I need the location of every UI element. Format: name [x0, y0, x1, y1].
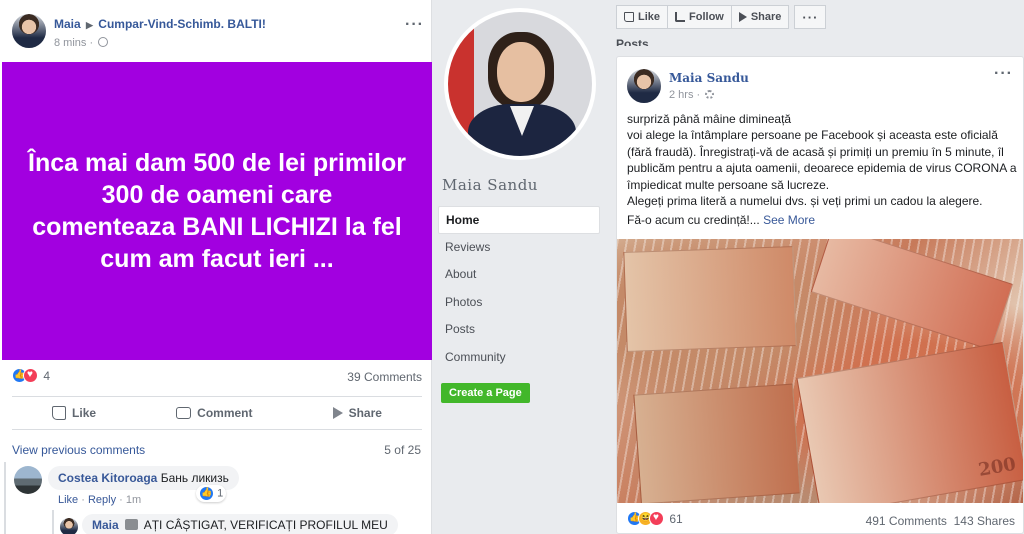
commenter-avatar[interactable]: [14, 466, 42, 494]
shares-count-link[interactable]: 143 Shares: [954, 514, 1015, 528]
banknote: [633, 383, 801, 503]
follow-button[interactable]: Follow: [667, 5, 732, 29]
nav-item-reviews[interactable]: Reviews: [438, 234, 600, 262]
post-body: surpriză până mâine dimineață voi alege …: [627, 111, 1019, 229]
post-timestamp: 8 mins ·: [54, 37, 109, 49]
post-stats: 61 491 Comments 143 Shares: [627, 511, 1015, 529]
comment-reply-link[interactable]: Reply: [88, 494, 116, 506]
banknote: [810, 239, 1014, 351]
banknote: 200: [796, 341, 1023, 503]
comments-count-link[interactable]: 491 Comments: [866, 514, 947, 528]
post-image-text: Înca mai dam 500 de lei primilor 300 de …: [28, 149, 406, 273]
comments-count-link[interactable]: 39 Comments: [347, 370, 422, 384]
nav-item-home[interactable]: Home: [438, 206, 600, 234]
post-title: Maia ▶ Cumpar-Vind-Schimb. BALTI!: [54, 17, 266, 31]
banknote-value: 200: [976, 453, 1018, 481]
post-time[interactable]: 8 mins: [54, 37, 86, 49]
gear-icon: [705, 90, 715, 99]
share-icon: [738, 12, 747, 22]
profile-picture[interactable]: [444, 8, 596, 160]
globe-icon: [98, 37, 109, 47]
comment-author-link[interactable]: Costea Kitoroaga: [58, 471, 157, 485]
post-author-avatar[interactable]: [627, 69, 661, 103]
comment-icon: [176, 407, 192, 419]
author-name-link[interactable]: Maia: [54, 17, 81, 31]
post-image[interactable]: Înca mai dam 500 de lei primilor 300 de …: [2, 62, 432, 360]
like-reaction-icon: [199, 486, 214, 501]
comment-time[interactable]: 1m: [126, 494, 141, 506]
create-page-button[interactable]: Create a Page: [441, 383, 530, 403]
see-more-link[interactable]: See More: [763, 213, 815, 227]
share-label: Share: [348, 406, 382, 420]
rss-icon: [675, 12, 686, 22]
group-post: Maia ▶ Cumpar-Vind-Schimb. BALTI! 8 mins…: [0, 0, 432, 534]
post-header: Maia ▶ Cumpar-Vind-Schimb. BALTI! 8 mins…: [12, 14, 426, 54]
reply-bubble: Maia AȚI CÂȘTIGAT, VERIFICAȚI PROFILUL M…: [82, 514, 398, 534]
reply-text: AȚI CÂȘTIGAT, VERIFICAȚI PROFILUL MEU: [143, 518, 388, 532]
view-previous-comments-link[interactable]: View previous comments: [12, 443, 145, 457]
nav-item-photos[interactable]: Photos: [438, 289, 600, 317]
comment-meta: Like · Reply · 1m: [58, 494, 142, 506]
like-label: Like: [72, 406, 97, 420]
reply-author-link[interactable]: Maia: [92, 518, 119, 532]
arrow-emoji-icon: [125, 519, 139, 530]
share-button[interactable]: Share: [332, 406, 382, 420]
post-actions: Like Comment Share: [12, 396, 422, 430]
comments-pager: 5 of 25: [384, 443, 421, 457]
nav-item-about[interactable]: About: [438, 261, 600, 289]
post-photo[interactable]: 200: [617, 239, 1023, 503]
thumbs-up-icon: [52, 406, 67, 420]
post-line: voi alege la întâmplare persoane pe Face…: [627, 128, 1017, 192]
comment-button[interactable]: Comment: [176, 406, 253, 420]
reaction-count[interactable]: 61: [669, 512, 682, 526]
group-name-link[interactable]: Cumpar-Vind-Schimb. BALTI!: [98, 17, 266, 31]
share-icon: [332, 407, 343, 419]
comment-reaction-count: 1: [217, 487, 224, 500]
page-like-label: Like: [638, 11, 661, 23]
page-share-label: Share: [750, 11, 782, 23]
more-options-icon[interactable]: ···: [405, 16, 424, 34]
post-line: Alegeți prima literă a numelui dvs. și v…: [627, 194, 983, 209]
like-button[interactable]: Like: [52, 406, 96, 420]
post-time[interactable]: 2 hrs: [669, 89, 693, 101]
page-more-button[interactable]: ···: [794, 5, 827, 29]
post-timestamp: 2 hrs ·: [669, 89, 715, 101]
thumbs-up-icon: [624, 12, 634, 22]
page-nav: Home Reviews About Photos Posts Communit…: [438, 206, 600, 371]
reply-avatar[interactable]: [60, 518, 78, 534]
more-options-icon[interactable]: ···: [994, 65, 1013, 83]
love-reaction-icon[interactable]: [649, 511, 664, 527]
comment-label: Comment: [197, 406, 253, 420]
comment-thread: Costea Kitoroaga Бань ликизь 1 Like · Re…: [4, 462, 432, 534]
nav-item-community[interactable]: Community: [438, 344, 600, 372]
reply-thread-line: [52, 510, 54, 534]
page-main: Like Follow Share ··· Posts Maia Sandu 2…: [606, 0, 1024, 534]
posts-heading: Posts: [616, 37, 649, 46]
page-post: Maia Sandu 2 hrs · ··· surpriză până mâi…: [616, 56, 1024, 534]
comment-reactions[interactable]: 1: [196, 485, 227, 502]
nav-item-posts[interactable]: Posts: [438, 316, 600, 344]
arrow-right-icon: ▶: [86, 20, 93, 30]
comment-text: Бань ликизь: [160, 471, 229, 485]
post-author-name[interactable]: Maia Sandu: [669, 71, 749, 85]
post-line: Fă-o acum cu credință!... See More: [627, 212, 1019, 228]
post-last-line: Fă-o acum cu credință!...: [627, 213, 760, 228]
page-action-bar: Like Follow Share ···: [616, 5, 827, 30]
post-stats: 4 39 Comments: [12, 368, 422, 388]
page-name[interactable]: Maia Sandu: [442, 176, 538, 194]
author-avatar[interactable]: [12, 14, 46, 48]
follow-label: Follow: [689, 11, 724, 23]
page-share-button[interactable]: Share: [730, 5, 790, 29]
reaction-count[interactable]: 4: [43, 369, 50, 383]
comment-like-link[interactable]: Like: [58, 494, 78, 506]
love-reaction-icon[interactable]: [23, 368, 38, 384]
engagement-counts: 491 Comments 143 Shares: [866, 514, 1015, 528]
banknote: [623, 246, 797, 352]
page-sidebar: Maia Sandu Home Reviews About Photos Pos…: [432, 0, 606, 534]
post-line: surpriză până mâine dimineață: [627, 112, 792, 126]
page-like-button[interactable]: Like: [616, 5, 669, 29]
